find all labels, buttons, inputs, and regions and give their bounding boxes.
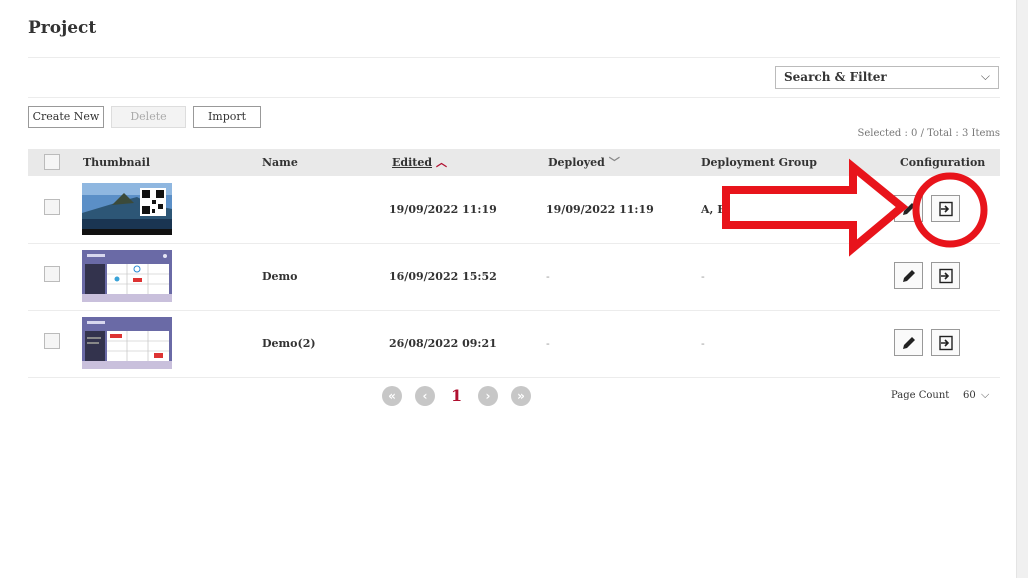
- pencil-icon: [903, 270, 915, 282]
- export-button[interactable]: [931, 195, 960, 222]
- row-deployment-group: -: [701, 337, 705, 350]
- project-thumbnail[interactable]: [82, 317, 172, 369]
- row-checkbox[interactable]: [44, 333, 60, 349]
- edit-button[interactable]: [894, 195, 923, 222]
- row-deployed: 19/09/2022 11:19: [546, 203, 654, 216]
- table-row[interactable]: Demo 16/09/2022 15:52 - -: [28, 243, 1000, 311]
- table-row[interactable]: Demo(2) 26/08/2022 09:21 - -: [28, 310, 1000, 378]
- row-deployment-group: A, B, C: [701, 203, 743, 216]
- chevron-down-icon: ⌵: [980, 69, 990, 83]
- row-deployed: -: [546, 270, 550, 283]
- sort-ascending-icon: ︿: [436, 156, 448, 169]
- divider: [28, 57, 1000, 58]
- divider: [28, 97, 1000, 98]
- create-new-button[interactable]: Create New: [28, 106, 104, 128]
- project-thumbnail[interactable]: [82, 183, 172, 235]
- table-header: Thumbnail Name Edited ︿ Deployed ﹀ Deploym…: [28, 149, 1000, 176]
- row-edited: 26/08/2022 09:21: [389, 337, 497, 350]
- row-deployment-group: -: [701, 270, 705, 283]
- row-edited: 19/09/2022 11:19: [389, 203, 497, 216]
- sort-descending-icon: ﹀: [608, 156, 620, 169]
- pencil-icon: [903, 337, 915, 349]
- row-checkbox[interactable]: [44, 266, 60, 282]
- first-page-icon[interactable]: «: [382, 386, 402, 406]
- export-icon: [939, 201, 953, 217]
- table-row[interactable]: 19/09/2022 11:19 19/09/2022 11:19 A, B, …: [28, 176, 1000, 244]
- row-deployed: -: [546, 337, 550, 350]
- prev-page-icon[interactable]: ‹: [415, 386, 435, 406]
- export-icon: [939, 268, 953, 284]
- page-count-label: Page Count: [891, 390, 950, 401]
- page-count-select[interactable]: 60: [963, 390, 976, 401]
- chevron-down-icon[interactable]: ⌵: [981, 388, 989, 402]
- export-button[interactable]: [931, 262, 960, 289]
- column-configuration: Configuration: [900, 156, 986, 169]
- column-deployed[interactable]: Deployed ﹀: [548, 149, 620, 176]
- import-button[interactable]: Import: [193, 106, 261, 128]
- search-filter-label: Search & Filter: [784, 70, 887, 84]
- export-button[interactable]: [931, 329, 960, 356]
- current-page[interactable]: 1: [451, 386, 462, 405]
- last-page-icon[interactable]: »: [511, 386, 531, 406]
- pencil-icon: [903, 203, 915, 215]
- edit-button[interactable]: [894, 262, 923, 289]
- column-deployment-group: Deployment Group: [701, 156, 817, 169]
- search-filter-dropdown[interactable]: Search & Filter ⌵: [775, 66, 999, 89]
- row-edited: 16/09/2022 15:52: [389, 270, 497, 283]
- export-icon: [939, 335, 953, 351]
- row-name: Demo(2): [262, 337, 316, 350]
- selection-summary: Selected : 0 / Total : 3 Items: [857, 128, 1001, 139]
- select-all-checkbox[interactable]: [44, 154, 60, 170]
- project-thumbnail[interactable]: [82, 250, 172, 302]
- row-name: Demo: [262, 270, 298, 283]
- next-page-icon[interactable]: ›: [478, 386, 498, 406]
- column-deployed-label: Deployed: [548, 156, 605, 169]
- column-thumbnail: Thumbnail: [83, 156, 150, 169]
- column-name[interactable]: Name: [262, 149, 298, 176]
- column-edited[interactable]: Edited ︿: [392, 149, 447, 176]
- edit-button[interactable]: [894, 329, 923, 356]
- page-title: Project: [28, 18, 97, 38]
- delete-button[interactable]: Delete: [111, 106, 186, 128]
- column-edited-label: Edited: [392, 156, 433, 169]
- row-checkbox[interactable]: [44, 199, 60, 215]
- scrollbar-track[interactable]: [1016, 0, 1028, 578]
